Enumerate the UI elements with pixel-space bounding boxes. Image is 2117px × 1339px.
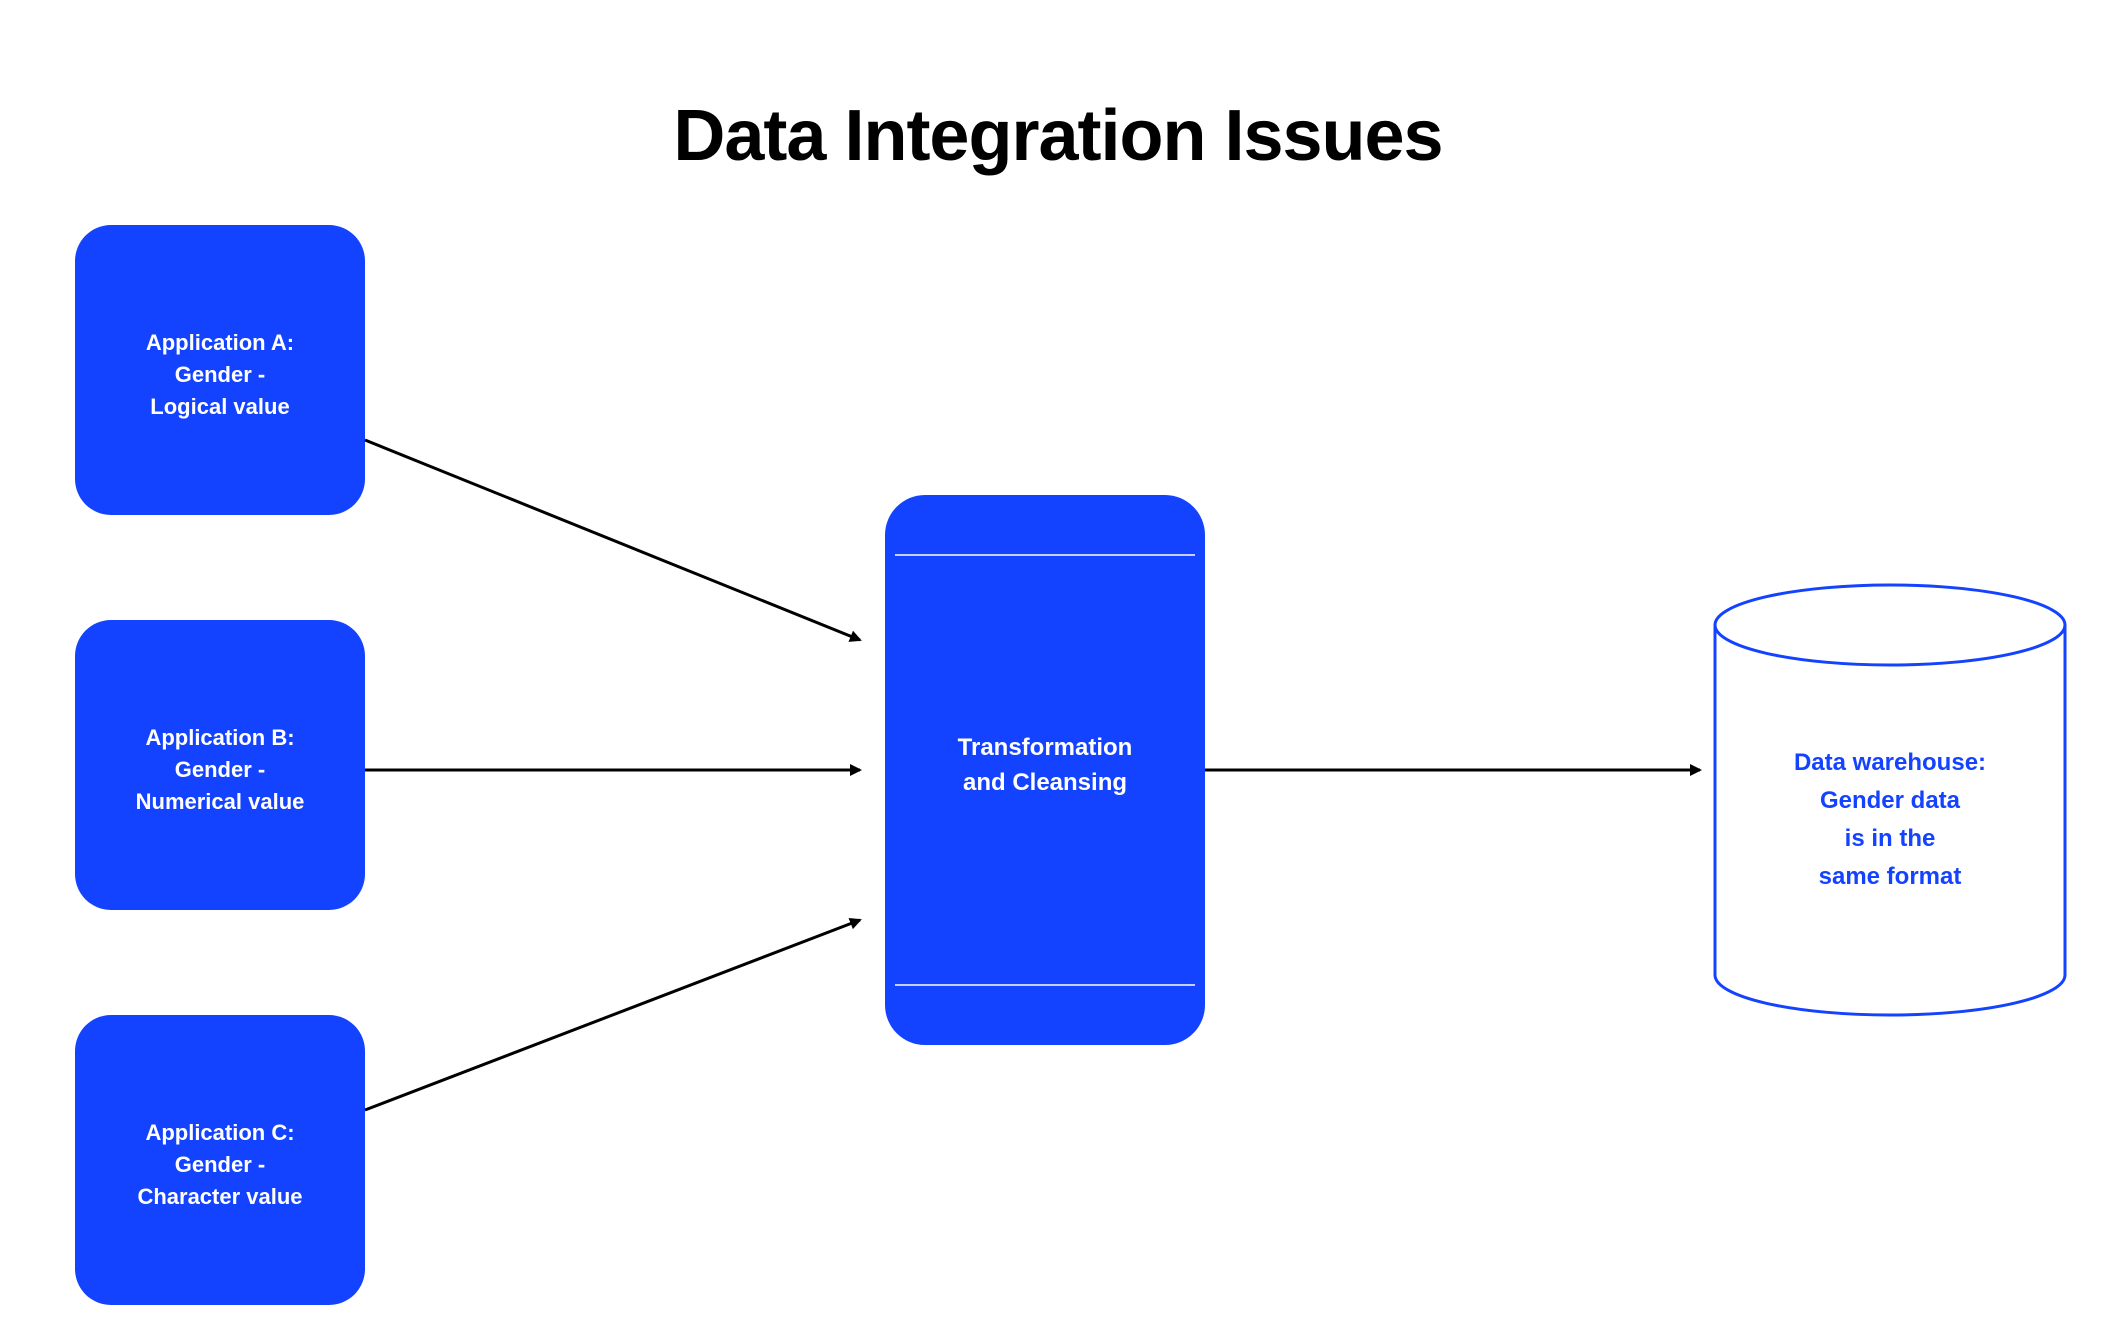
app-c-line2: Gender - — [175, 1152, 265, 1177]
diagram-canvas: Data Integration Issues Application A: G… — [0, 0, 2117, 1339]
app-a-line3: Logical value — [150, 394, 289, 419]
app-a-line1: Application A: — [146, 330, 294, 355]
app-c-line3: Character value — [137, 1184, 302, 1209]
app-b-line3: Numerical value — [136, 789, 305, 814]
arrow-c-to-process — [365, 920, 860, 1110]
warehouse-line1: Data warehouse: — [1794, 749, 1986, 776]
warehouse-line4: same format — [1819, 863, 1962, 890]
node-data-warehouse: Data warehouse: Gender data is in the sa… — [1715, 585, 2065, 1015]
process-line2: and Cleansing — [963, 769, 1127, 796]
app-a-line2: Gender - — [175, 362, 265, 387]
app-b-line2: Gender - — [175, 757, 265, 782]
node-application-b: Application B: Gender - Numerical value — [75, 620, 365, 910]
arrow-a-to-process — [365, 440, 860, 640]
warehouse-line2: Gender data — [1820, 787, 1961, 814]
process-line1: Transformation — [958, 734, 1133, 761]
diagram-title: Data Integration Issues — [673, 96, 1442, 176]
app-c-line1: Application C: — [145, 1120, 294, 1145]
node-application-a: Application A: Gender - Logical value — [75, 225, 365, 515]
app-b-line1: Application B: — [145, 725, 294, 750]
node-application-c: Application C: Gender - Character value — [75, 1015, 365, 1305]
warehouse-line3: is in the — [1845, 825, 1936, 852]
node-transformation: Transformation and Cleansing — [885, 495, 1205, 1045]
